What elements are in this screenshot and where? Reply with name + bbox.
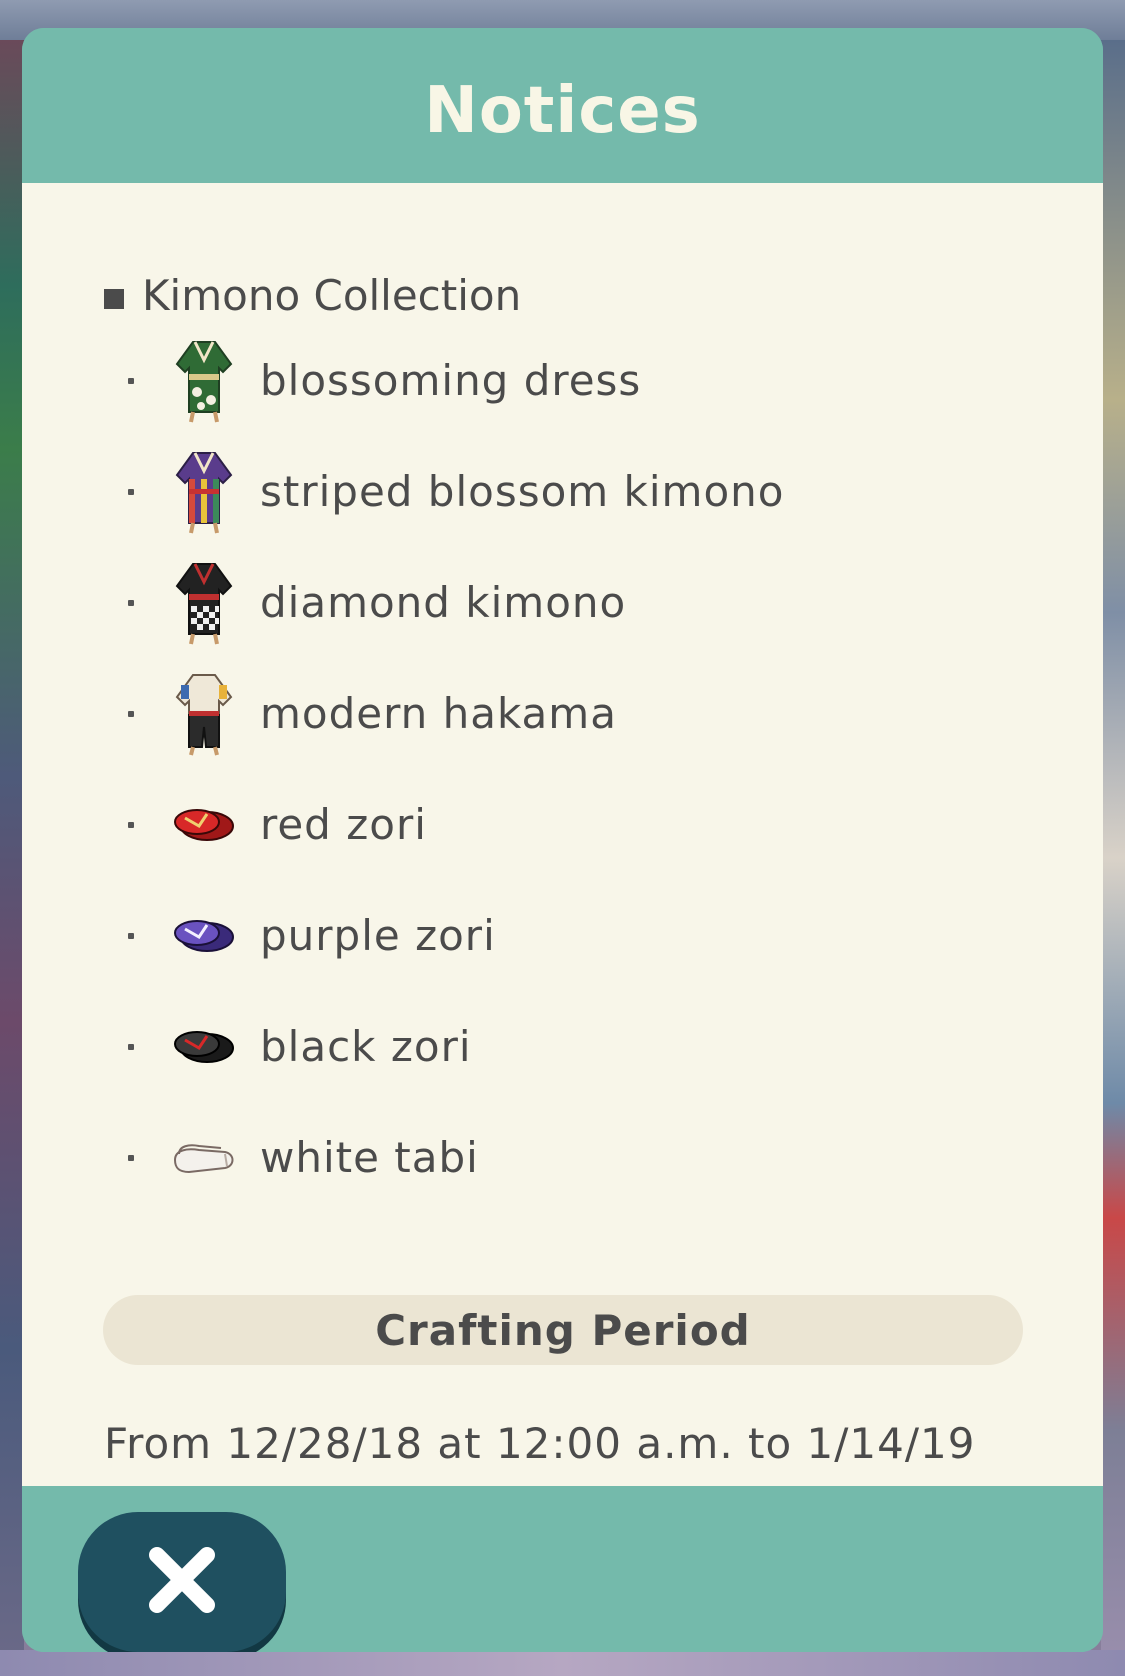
list-item: striped blossom kimono: [104, 436, 1004, 547]
notices-dialog: Notices Kimono Collection blossoming dre…: [22, 28, 1103, 1652]
section-heading: Kimono Collection: [104, 271, 521, 320]
bullet-dot: [128, 710, 134, 717]
notice-content[interactable]: Kimono Collection blossoming dress strip…: [22, 183, 1103, 1486]
item-label: black zori: [260, 1022, 472, 1071]
period-text: From 12/28/18 at 12:00 a.m. to 1/14/19: [104, 1419, 976, 1468]
dialog-header: Notices: [22, 28, 1103, 183]
item-label: red zori: [260, 800, 427, 849]
bullet-dot: [128, 599, 134, 606]
bullet-dot: [128, 1043, 134, 1050]
background-scene-bottom: [0, 1650, 1125, 1676]
bullet-dot: [128, 488, 134, 495]
dialog-footer: [22, 1486, 1103, 1652]
list-item: modern hakama: [104, 658, 1004, 769]
list-item: red zori: [104, 769, 1004, 880]
bullet-dot: [128, 932, 134, 939]
item-label: striped blossom kimono: [260, 467, 785, 516]
list-item: black zori: [104, 991, 1004, 1102]
bullet-dot: [128, 377, 134, 384]
crafting-period-header: Crafting Period: [103, 1295, 1023, 1365]
list-item: purple zori: [104, 880, 1004, 991]
item-label: blossoming dress: [260, 356, 642, 405]
green-kimono-icon: [168, 336, 240, 426]
background-scene-left: [0, 40, 24, 1676]
close-button[interactable]: [78, 1512, 286, 1652]
bullet-dot: [128, 821, 134, 828]
dialog-title: Notices: [424, 73, 701, 148]
close-icon: [147, 1545, 217, 1619]
background-scene-right: [1101, 40, 1125, 1676]
item-label: diamond kimono: [260, 578, 627, 627]
section-heading-label: Kimono Collection: [142, 271, 522, 320]
diamond-kimono-icon: [168, 558, 240, 648]
hakama-icon: [168, 669, 240, 759]
item-label: modern hakama: [260, 689, 617, 738]
red-zori-icon: [168, 780, 240, 870]
item-label: purple zori: [260, 911, 496, 960]
striped-kimono-icon: [168, 447, 240, 537]
square-bullet-icon: [104, 288, 124, 309]
black-zori-icon: [168, 1002, 240, 1092]
list-item: blossoming dress: [104, 325, 1004, 436]
item-list: blossoming dress striped blossom kimono …: [104, 325, 1004, 1213]
list-item: white tabi: [104, 1102, 1004, 1213]
item-label: white tabi: [260, 1133, 479, 1182]
purple-zori-icon: [168, 891, 240, 981]
bullet-dot: [128, 1154, 134, 1161]
white-tabi-icon: [168, 1113, 240, 1203]
crafting-period-label: Crafting Period: [375, 1305, 751, 1355]
list-item: diamond kimono: [104, 547, 1004, 658]
